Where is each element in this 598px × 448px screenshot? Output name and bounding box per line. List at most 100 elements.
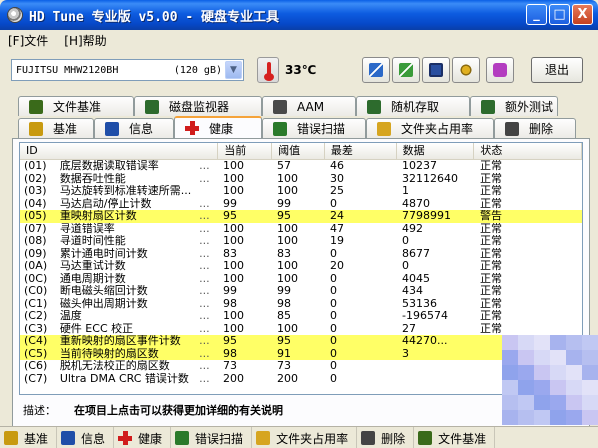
table-row[interactable]: (02) 数据吞吐性能... 100 100 30 32112640 正常 (20, 173, 582, 186)
folder-usage-icon (256, 431, 271, 445)
floppy-disk-icon (429, 63, 443, 77)
ellipsis: ... (199, 247, 210, 260)
tab-benchmark[interactable]: 基准 (18, 118, 94, 138)
chevron-down-icon[interactable]: ▼ (225, 61, 242, 79)
description-text: 在项目上点击可以获得更加详细的有关说明 (74, 404, 283, 417)
attribute-name: 脱机无法校正的扇区数 (59, 360, 170, 372)
tab-erase[interactable]: 删除 (494, 118, 576, 138)
minimize-button[interactable]: _ (526, 4, 547, 25)
task-tab-info[interactable]: 信息 (57, 427, 115, 448)
attribute-name: 寻道错误率 (59, 222, 115, 235)
mosaic-tile (582, 410, 598, 425)
table-row[interactable]: (C1) 磁头伸出周期计数... 98 98 0 53136 正常 (20, 298, 582, 311)
options-button[interactable] (452, 57, 480, 83)
table-row[interactable]: (C5) 当前待映射的扇区数... 98 91 0 3 (20, 347, 582, 360)
erase-icon (505, 121, 519, 136)
table-row[interactable]: (0A) 马达重试计数... 100 100 20 0 正常 (20, 260, 582, 273)
table-row[interactable]: (01) 底层数据读取错误率... 100 57 46 10237 正常 (20, 160, 582, 173)
attribute-id: (C1) (24, 297, 48, 310)
tab-health[interactable]: 健康 (174, 116, 262, 138)
column-header-data[interactable]: 数据 (397, 143, 475, 159)
cell-worst: 25 (330, 185, 344, 197)
column-header-id[interactable]: ID (20, 143, 219, 159)
task-tab-health[interactable]: 健康 (114, 427, 172, 448)
table-row[interactable]: (07) 寻道错误率... 100 100 47 492 正常 (20, 223, 582, 236)
tab-random-access[interactable]: 随机存取 (356, 96, 470, 116)
task-tab-erase[interactable]: 删除 (357, 427, 415, 448)
menu-help[interactable]: [H]帮助 (56, 32, 114, 49)
cell-data: 10237 (402, 160, 437, 172)
smart-table[interactable]: ID 当前 阈值 最差 数据 状态 (01) 底层数据读取错误率... 100 57 4… (19, 142, 583, 395)
table-row[interactable]: (C6) 脱机无法校正的扇区数... 73 73 0 (20, 360, 582, 373)
task-tab-file-benchmark[interactable]: 文件基准 (414, 427, 496, 448)
maximize-button[interactable]: □ (549, 4, 570, 25)
column-header-current[interactable]: 当前 (218, 143, 273, 159)
attribute-id: (09) (24, 247, 47, 260)
table-row[interactable]: (C7) Ultra DMA CRC 错误计数... 200 200 0 (20, 373, 582, 386)
table-row[interactable]: (C3) 硬件 ECC 校正... 100 100 0 27 正常 (20, 323, 582, 336)
task-tab-benchmark[interactable]: 基准 (0, 427, 58, 448)
drive-name: FUJITSU MHW2120BH (16, 64, 119, 76)
drive-select[interactable]: FUJITSU MHW2120BH (120 gB) ▼ (11, 59, 244, 81)
cell-status: 正常 (480, 235, 502, 247)
table-row[interactable]: (05) 重映射扇区计数... 95 95 24 7798991 警告 (20, 210, 582, 223)
tab-label: 错误扫描 (297, 122, 346, 136)
cell-threshold: 100 (277, 322, 298, 335)
table-row[interactable]: (C0) 断电磁头缩回计数... 99 99 0 434 正常 (20, 285, 582, 298)
close-button[interactable]: X (572, 4, 593, 25)
mosaic-tile (550, 410, 566, 425)
cell-current: 99 (223, 285, 237, 297)
column-header-status[interactable]: 状态 (474, 143, 582, 159)
table-row[interactable]: (C2) 温度... 100 85 0 -196574 正常 (20, 310, 582, 323)
exit-button[interactable]: 退出 (531, 57, 583, 83)
description-bar: 描述： 在项目上点击可以获得更加详细的有关说明 (23, 402, 583, 418)
task-tab-folder-usage[interactable]: 文件夹占用率 (252, 427, 358, 448)
table-row[interactable]: (04) 马达启动/停止计数... 99 99 0 4870 正常 (20, 198, 582, 211)
table-row[interactable]: (08) 寻道时间性能... 100 100 19 0 正常 (20, 235, 582, 248)
tab-aam[interactable]: AAM (262, 96, 356, 116)
benchmark-icon (29, 121, 43, 136)
cell-worst: 0 (330, 360, 337, 372)
cell-threshold: 98 (277, 297, 291, 310)
mosaic-tile (534, 410, 550, 425)
attribute-id: (C0) (24, 285, 48, 297)
menu-file[interactable]: [F]文件 (0, 32, 56, 49)
mosaic-tile (502, 395, 518, 410)
table-row[interactable]: (0C) 通电周期计数... 100 100 0 4045 正常 (20, 273, 582, 286)
description-label: 描述： (23, 404, 56, 417)
cell-current: 73 (223, 360, 237, 372)
download-button[interactable] (486, 57, 514, 83)
task-tab-error-scan[interactable]: 错误扫描 (171, 427, 253, 448)
ellipsis: ... (199, 347, 210, 360)
table-row[interactable]: (09) 累计通电时间计数... 83 83 0 8677 正常 (20, 248, 582, 261)
save-button[interactable] (422, 57, 450, 83)
cell-current: 100 (223, 222, 244, 235)
cell-worst: 0 (330, 285, 337, 297)
tab-label: 文件夹占用率 (401, 122, 474, 136)
mosaic-tile (566, 395, 582, 410)
title-bar[interactable]: HD Tune 专业版 v5.00 - 硬盘专业工具 _ □ X (0, 0, 598, 30)
copy-screenshot-button[interactable] (392, 57, 420, 83)
attribute-name: 磁头伸出周期计数 (59, 297, 148, 310)
tab-disk-monitor[interactable]: 磁盘监视器 (134, 96, 262, 116)
cell-current: 100 (223, 310, 244, 322)
column-header-threshold[interactable]: 阈值 (272, 143, 325, 159)
bottom-tab-strip: 基准 信息 健康 错误扫描 文件夹占用率 删除 文件基准 (0, 426, 598, 448)
tab-info[interactable]: 信息 (94, 118, 174, 138)
tab-error-scan[interactable]: 错误扫描 (262, 118, 366, 138)
attribute-name: 重新映射的扇区事件计数 (59, 335, 181, 347)
cell-status: 正常 (480, 285, 502, 297)
folder-usage-icon (377, 121, 391, 136)
mosaic-tile (582, 350, 598, 365)
mosaic-tile (550, 335, 566, 350)
cell-worst: 47 (330, 222, 344, 235)
table-row[interactable]: (C4) 重新映射的扇区事件计数... 95 95 0 44270... (20, 335, 582, 348)
tab-folder-usage[interactable]: 文件夹占用率 (366, 118, 494, 138)
ellipsis: ... (199, 172, 210, 185)
tab-extra-tests[interactable]: 额外测试 (470, 96, 558, 116)
column-header-worst[interactable]: 最差 (325, 143, 397, 159)
info-icon (61, 431, 76, 445)
copy-info-button[interactable] (362, 57, 390, 83)
table-row[interactable]: (03) 马达旋转到标准转速所需... 100 100 25 1 正常 (20, 185, 582, 198)
tab-file-benchmark[interactable]: 文件基准 (18, 96, 134, 116)
